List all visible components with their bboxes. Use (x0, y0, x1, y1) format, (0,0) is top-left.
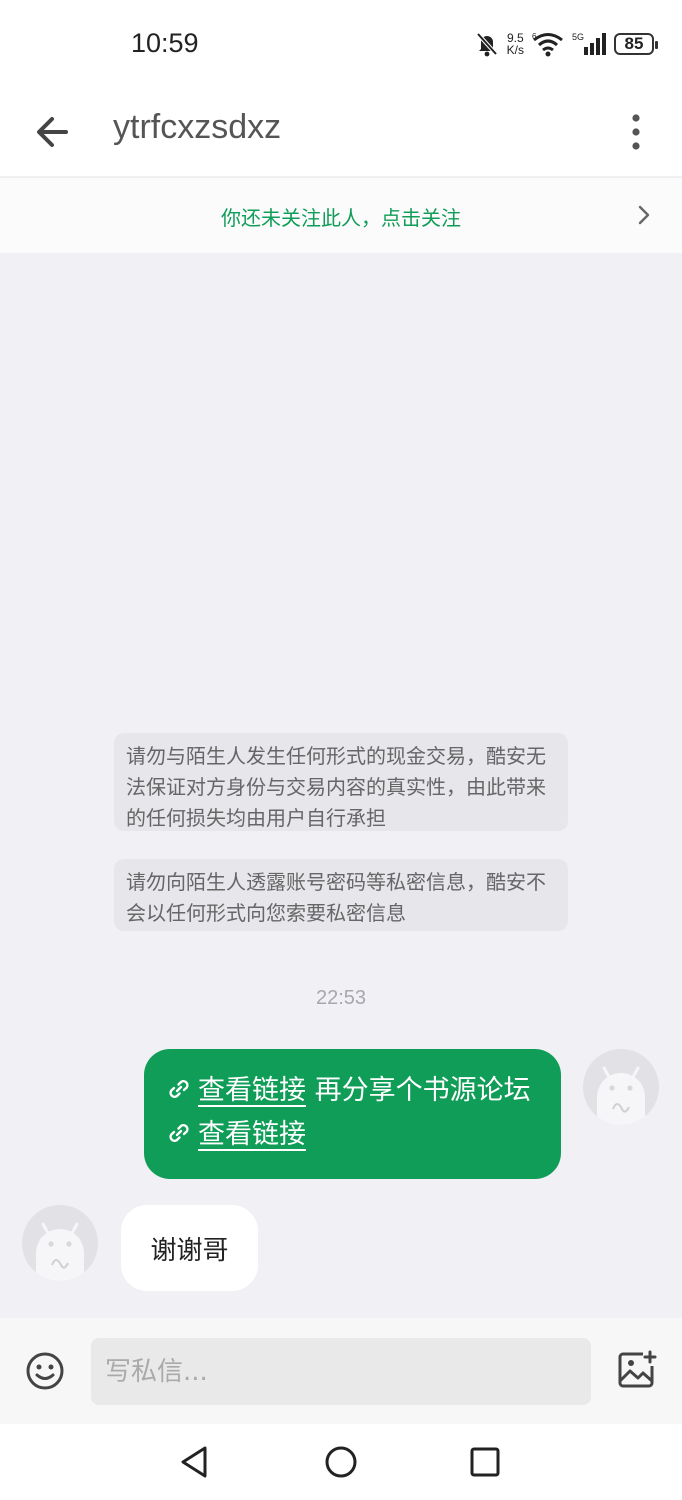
system-nav-bar (0, 1424, 682, 1500)
incoming-message-bubble: 谢谢哥 (121, 1205, 258, 1291)
link-icon (169, 1080, 189, 1098)
composer-bar (0, 1318, 682, 1424)
safety-notice-cash: 请勿与陌生人发生任何形式的现金交易，酷安无法保证对方身份与交易内容的真实性，由此… (114, 733, 568, 831)
nav-back-icon[interactable] (177, 1444, 213, 1480)
chevron-right-icon (638, 205, 650, 225)
nav-recents-icon[interactable] (467, 1444, 503, 1480)
view-link-2[interactable]: 查看链接 (198, 1119, 306, 1150)
signal-label: 5G (572, 32, 584, 42)
safety-notice-privacy: 请勿向陌生人透露账号密码等私密信息，酷安不会以任何形式向您索要私密信息 (114, 859, 568, 931)
outgoing-message-text: 再分享个书源论坛 (306, 1075, 531, 1106)
status-icons: 9.5 K/s 6 5G 85 (475, 28, 658, 60)
android-avatar-icon (597, 1066, 645, 1125)
outgoing-message-bubble: 查看链接 再分享个书源论坛 查看链接 (144, 1049, 561, 1179)
battery-indicator: 85 (614, 33, 658, 55)
more-vert-icon[interactable] (620, 108, 652, 156)
my-avatar[interactable] (583, 1049, 659, 1125)
wifi-label: 6 (532, 32, 537, 41)
add-image-icon[interactable] (617, 1350, 657, 1390)
app-bar: ytrfcxzsdxz (0, 88, 682, 176)
status-time: 10:59 (131, 28, 199, 58)
link-icon (169, 1124, 189, 1142)
message-timestamp: 22:53 (315, 987, 367, 1009)
nav-home-icon[interactable] (323, 1444, 359, 1480)
page-title: ytrfcxzsdxz (113, 108, 282, 146)
wifi-icon: 6 (532, 32, 563, 57)
sender-avatar[interactable] (22, 1205, 98, 1281)
follow-text: 你还未关注此人，点击关注 (221, 206, 461, 230)
follow-banner[interactable]: 你还未关注此人，点击关注 (0, 177, 682, 253)
signal-icon: 5G (572, 32, 606, 55)
emoji-icon[interactable] (24, 1350, 66, 1392)
network-speed-unit: K/s (506, 43, 524, 57)
mute-bell-icon (476, 32, 498, 57)
view-link-1[interactable]: 查看链接 (198, 1075, 306, 1106)
status-bar: 10:59 9.5 K/s 6 5G 85 (0, 0, 682, 88)
network-speed: 9.5 K/s (507, 32, 524, 56)
back-arrow-icon[interactable] (30, 110, 76, 154)
message-input[interactable] (91, 1338, 591, 1405)
android-avatar-icon (36, 1222, 84, 1281)
